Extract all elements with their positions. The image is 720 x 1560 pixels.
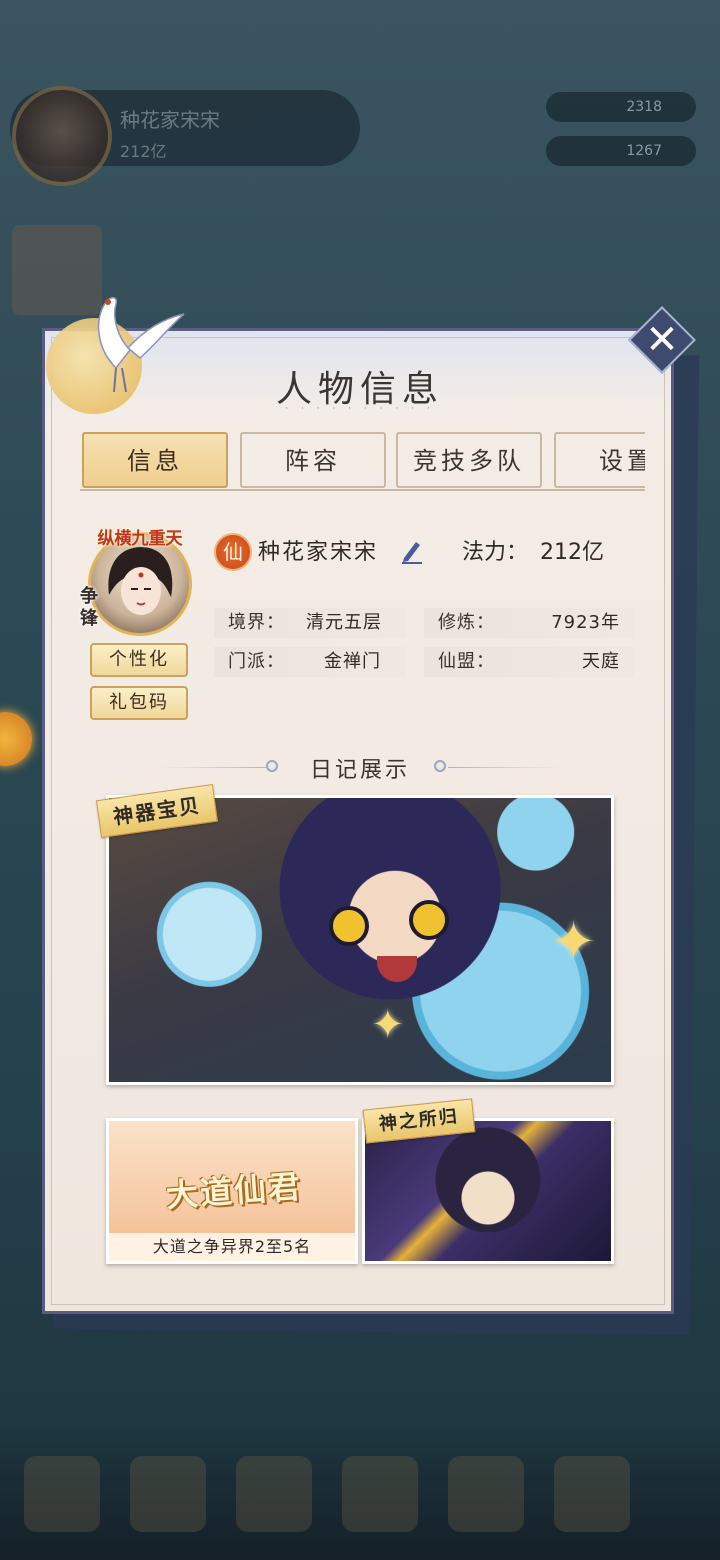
- bg-nav-icon: [448, 1456, 524, 1532]
- bg-nav-icon: [24, 1456, 100, 1532]
- dao-caption: 大道之争异界2至5名: [109, 1233, 355, 1261]
- stat-row-alliance: 仙盟： 天庭: [424, 647, 634, 677]
- tab-divider: [80, 489, 645, 491]
- divine-artwork: [365, 1121, 611, 1261]
- diary-dot: [434, 760, 446, 772]
- sparkle-icon: ✦: [371, 1002, 405, 1048]
- stat-row-sect: 门派： 金禅门: [214, 647, 406, 677]
- stat-value: 清元五层: [306, 612, 382, 633]
- panel-subtitle: · · · · · · · · · ·: [285, 404, 435, 414]
- diary-divider-right: [448, 767, 560, 768]
- tab-bar: 信息 阵容 竞技多队 设置: [80, 432, 645, 490]
- sparkle-icon: ✦: [551, 910, 597, 973]
- bg-avatar: [12, 86, 112, 186]
- bg-currency-1: 2318: [546, 92, 696, 122]
- power-value: 212亿: [540, 540, 604, 565]
- stat-value: 金禅门: [324, 651, 381, 672]
- personalize-button[interactable]: 个性化: [90, 643, 188, 677]
- power-label: 法力：: [462, 540, 529, 565]
- stat-value: 7923年: [551, 612, 620, 633]
- bg-currency-2: 1267: [546, 136, 696, 166]
- bg-nav-icon: [236, 1456, 312, 1532]
- diary-card-dao-immortal[interactable]: 大道仙君 大道之争异界2至5名: [106, 1118, 358, 1264]
- stat-row-realm: 境界： 清元五层: [214, 608, 406, 638]
- player-name: 种花家宋宋: [258, 540, 379, 565]
- bg-nav-icon: [342, 1456, 418, 1532]
- bg-player-power: 212亿: [120, 142, 167, 161]
- stat-key: 门派：: [228, 651, 285, 672]
- immortal-badge: 仙: [214, 533, 252, 571]
- tab-settings[interactable]: 设置: [554, 432, 645, 488]
- stat-key: 修炼：: [438, 612, 495, 633]
- close-x-icon[interactable]: ✕: [638, 316, 686, 364]
- stat-value: 天庭: [582, 651, 620, 672]
- stat-key: 仙盟：: [438, 651, 495, 672]
- stat-key: 境界：: [228, 612, 285, 633]
- gift-code-button[interactable]: 礼包码: [90, 686, 188, 720]
- tab-arena-teams[interactable]: 竞技多队: [396, 432, 542, 488]
- tab-lineup[interactable]: 阵容: [240, 432, 386, 488]
- tab-info[interactable]: 信息: [82, 432, 228, 488]
- diary-card-artifact[interactable]: ✦ ✦: [106, 795, 614, 1085]
- bg-player-name: 种花家宋宋: [120, 108, 220, 132]
- dao-immortal-logo: 大道仙君: [164, 1167, 304, 1215]
- character-eye: [329, 906, 369, 946]
- bg-nav-icon: [130, 1456, 206, 1532]
- character-eye: [409, 900, 449, 940]
- avatar-title-badge: 纵横九重天: [97, 529, 183, 549]
- bg-nav-icon: [554, 1456, 630, 1532]
- avatar-side-text: 争锋: [80, 586, 98, 629]
- edit-pencil-icon[interactable]: [400, 538, 424, 564]
- diary-title: 日记展示: [309, 758, 410, 783]
- stat-row-cultivation: 修炼： 7923年: [424, 608, 634, 638]
- bg-bottom-nav: [0, 1420, 720, 1560]
